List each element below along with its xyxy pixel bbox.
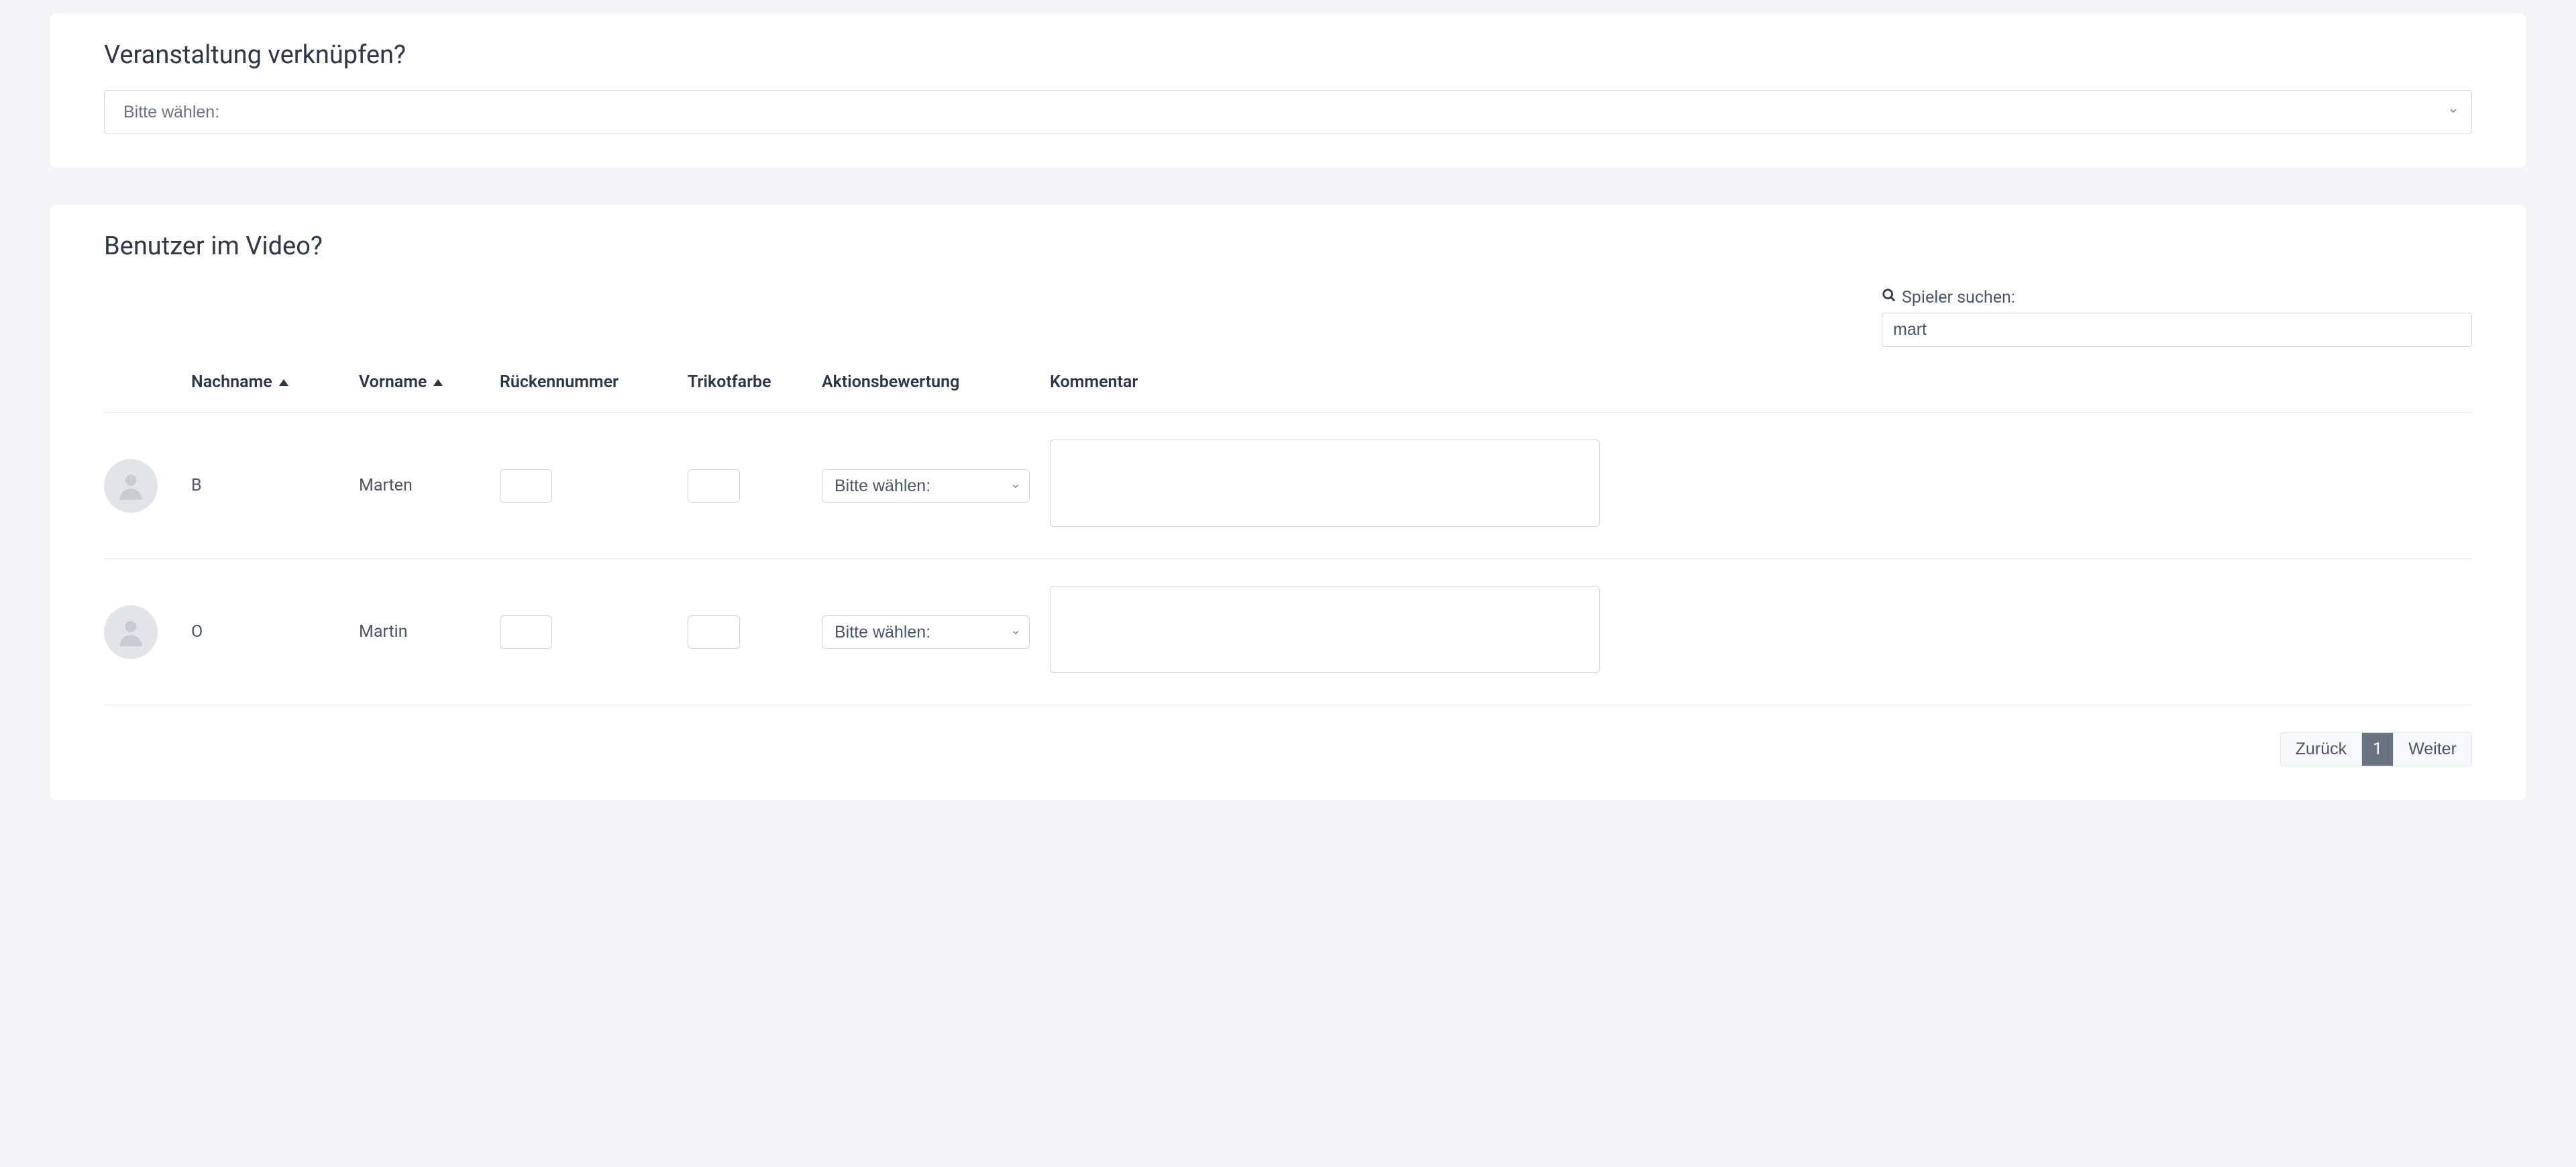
sort-asc-icon (279, 379, 288, 386)
nachname-cell: B (191, 413, 359, 559)
prev-button[interactable]: Zurück (2281, 733, 2362, 766)
event-link-title: Veranstaltung verknüpfen? (104, 40, 2472, 70)
search-row: Spieler suchen: (104, 288, 2472, 347)
event-link-card: Veranstaltung verknüpfen? Bitte wählen: (50, 13, 2526, 168)
nachname-cell: O (191, 559, 359, 705)
jersey-color-input[interactable] (688, 615, 740, 649)
rating-select[interactable]: Bitte wählen: (822, 615, 1030, 649)
search-label: Spieler suchen: (1882, 288, 2472, 307)
jersey-color-input[interactable] (688, 469, 740, 503)
col-nachname[interactable]: Nachname (191, 360, 359, 413)
vorname-cell: Martin (359, 559, 500, 705)
col-kommentar[interactable]: Kommentar (1050, 360, 2472, 413)
pagination: Zurück 1 Weiter (2280, 732, 2472, 766)
col-vorname[interactable]: Vorname (359, 360, 500, 413)
table-row: B Marten Bitte wählen: (104, 413, 2472, 559)
rating-select[interactable]: Bitte wählen: (822, 469, 1030, 503)
event-select-wrapper: Bitte wählen: (104, 90, 2472, 134)
comment-textarea[interactable] (1050, 586, 1600, 673)
table-row: O Martin Bitte wählen: (104, 559, 2472, 705)
page-number[interactable]: 1 (2362, 733, 2394, 766)
col-trikotfarbe[interactable]: Trikotfarbe (688, 360, 822, 413)
col-avatar (104, 360, 191, 413)
users-title: Benutzer im Video? (104, 232, 2472, 261)
jersey-number-input[interactable] (500, 615, 552, 649)
vorname-cell: Marten (359, 413, 500, 559)
sort-asc-icon (433, 379, 443, 386)
search-icon (1882, 288, 1896, 307)
users-in-video-card: Benutzer im Video? Spieler suchen: Nachn… (50, 205, 2526, 800)
avatar (104, 459, 158, 513)
comment-textarea[interactable] (1050, 440, 1600, 527)
player-search-input[interactable] (1882, 313, 2472, 347)
col-aktionsbewertung[interactable]: Aktionsbewertung (822, 360, 1050, 413)
avatar (104, 605, 158, 659)
players-table: Nachname Vorname Rückennummer Trikotfarb… (104, 360, 2472, 705)
jersey-number-input[interactable] (500, 469, 552, 503)
next-button[interactable]: Weiter (2394, 733, 2471, 766)
col-ruckennummer[interactable]: Rückennummer (500, 360, 688, 413)
event-select[interactable]: Bitte wählen: (104, 90, 2472, 134)
